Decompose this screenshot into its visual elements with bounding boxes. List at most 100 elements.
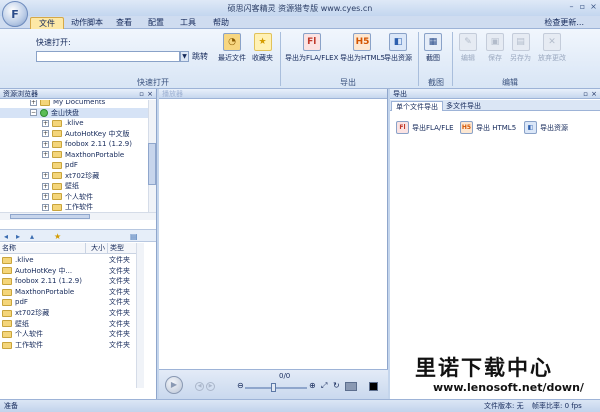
save-icon: ▣ bbox=[486, 33, 504, 51]
file-row[interactable]: pdF 文件夹 bbox=[0, 297, 136, 308]
tree-item[interactable]: + 个人软件 bbox=[0, 192, 148, 203]
screenshot-button[interactable]: ▦ 截图 bbox=[424, 33, 442, 63]
tree-horizontal-scrollbar[interactable] bbox=[0, 212, 156, 220]
file-list-toolbar: ◂ ▸ ▴ ★ ▤ bbox=[0, 229, 156, 242]
menu-tools[interactable]: 工具 bbox=[172, 17, 204, 29]
tree-item[interactable]: + 工作软件 bbox=[0, 202, 148, 212]
save-button[interactable]: ▣ 保存 bbox=[486, 33, 504, 63]
menu-view[interactable]: 查看 bbox=[108, 17, 140, 29]
file-row[interactable]: 工作软件 文件夹 bbox=[0, 340, 136, 351]
file-row[interactable]: foobox 2.11 (1.2.9) 文件夹 bbox=[0, 276, 136, 287]
tree-item[interactable]: + foobox 2.11 (1.2.9) bbox=[0, 139, 148, 150]
export-fla-flex-button[interactable]: Fl 导出为FLA/FLEX bbox=[285, 33, 338, 63]
resources-icon: ◧ bbox=[524, 121, 537, 134]
cloud-drive-icon bbox=[40, 108, 48, 117]
file-type: 文件夹 bbox=[109, 287, 130, 296]
export-html5-button-panel[interactable]: H5 导出 HTML5 bbox=[460, 121, 516, 134]
close-pane-icon[interactable]: × bbox=[591, 89, 597, 99]
file-row[interactable]: .klive 文件夹 bbox=[0, 255, 136, 266]
menu-help[interactable]: 帮助 bbox=[205, 17, 237, 29]
tree-item[interactable]: pdF bbox=[0, 160, 148, 171]
pin-icon[interactable]: ▫ bbox=[139, 89, 144, 99]
tab-multi-export[interactable]: 多文件导出 bbox=[442, 101, 485, 111]
discard-changes-button[interactable]: ✕ 放弃更改 bbox=[538, 33, 566, 63]
file-row[interactable]: 壁纸 文件夹 bbox=[0, 319, 136, 330]
folder-icon bbox=[2, 330, 12, 338]
favorites-button[interactable]: ★ 收藏夹 bbox=[252, 33, 273, 63]
color-swatch-icon[interactable] bbox=[369, 382, 378, 391]
tree-item[interactable]: + .klive bbox=[0, 118, 148, 129]
expander-icon[interactable]: + bbox=[42, 172, 49, 180]
view-mode-icon[interactable]: ▤ bbox=[130, 232, 138, 241]
expander-icon[interactable]: + bbox=[42, 193, 49, 201]
expander-icon[interactable]: + bbox=[42, 119, 49, 127]
expander-icon[interactable]: + bbox=[30, 100, 37, 106]
file-row[interactable]: xt702珍藏 文件夹 bbox=[0, 308, 136, 319]
chevron-down-icon[interactable]: ▼ bbox=[180, 51, 189, 62]
column-type[interactable]: 类型 bbox=[108, 243, 136, 254]
group-separator bbox=[452, 32, 453, 86]
tree-item[interactable]: + MaxthonPortable bbox=[0, 150, 148, 161]
file-row[interactable]: MaxthonPortable 文件夹 bbox=[0, 287, 136, 298]
export-fla-button[interactable]: Fl 导出FLA/FLE bbox=[396, 121, 454, 134]
tree-item[interactable]: + 壁纸 bbox=[0, 181, 148, 192]
back-arrow-icon[interactable]: ◂ bbox=[4, 232, 8, 241]
folder-tree: + My Documents − 金山快盘 + .klive + AutoHotKey 中文版… bbox=[0, 100, 148, 212]
quickopen-input[interactable] bbox=[36, 51, 180, 62]
tree-scroll-thumb[interactable] bbox=[148, 143, 156, 185]
fit-icon[interactable]: ⤢ bbox=[321, 381, 327, 391]
column-name[interactable]: 名称 bbox=[0, 243, 86, 254]
menu-actionscript[interactable]: 动作脚本 bbox=[63, 17, 111, 29]
folder-icon bbox=[40, 100, 50, 106]
maximize-button[interactable]: ▫ bbox=[577, 2, 588, 12]
play-button[interactable]: ▶ bbox=[165, 376, 183, 394]
close-button[interactable]: × bbox=[588, 2, 599, 12]
window-title: 硕思闪客精灵 资源猎专版 www.cyes.cn bbox=[227, 4, 373, 13]
file-row[interactable]: 个人软件 文件夹 bbox=[0, 329, 136, 340]
file-list-scrollbar[interactable] bbox=[136, 243, 144, 388]
save-as-button[interactable]: ▤ 另存为 bbox=[510, 33, 531, 63]
resources-icon: ◧ bbox=[389, 33, 407, 51]
export-title: 导出 bbox=[393, 90, 407, 98]
forward-arrow-icon[interactable]: ▸ bbox=[16, 232, 20, 241]
expander-icon[interactable]: + bbox=[42, 203, 49, 211]
rewind-icon[interactable]: ◀ bbox=[195, 382, 204, 391]
loop-icon[interactable]: ↻ bbox=[333, 381, 340, 390]
tab-single-export[interactable]: 单个文件导出 bbox=[391, 101, 443, 111]
tree-hscroll-thumb[interactable] bbox=[10, 214, 90, 219]
expander-icon[interactable]: + bbox=[42, 151, 49, 159]
export-resources-button[interactable]: ◧ 导出资源 bbox=[384, 33, 412, 63]
file-row[interactable]: AutoHotKey 中... 文件夹 bbox=[0, 266, 136, 277]
check-update-link[interactable]: 检查更新... bbox=[544, 17, 584, 28]
goto-button[interactable]: 跳转 bbox=[192, 51, 208, 62]
column-size[interactable]: 大小 bbox=[86, 243, 108, 254]
zoom-in-icon[interactable]: ⊕ bbox=[309, 381, 316, 390]
edit-button[interactable]: ✎ 编辑 bbox=[459, 33, 477, 63]
tree-item[interactable]: + My Documents bbox=[0, 100, 148, 108]
folder-icon bbox=[2, 320, 12, 328]
favorite-star-icon[interactable]: ★ bbox=[54, 232, 61, 241]
close-pane-icon[interactable]: × bbox=[147, 89, 153, 99]
tree-item[interactable]: + xt702珍藏 bbox=[0, 171, 148, 182]
expander-icon[interactable]: − bbox=[30, 109, 37, 117]
expander-icon[interactable]: + bbox=[42, 130, 49, 138]
menu-config[interactable]: 配置 bbox=[140, 17, 172, 29]
pin-icon[interactable]: ▫ bbox=[583, 89, 588, 99]
menu-file[interactable]: 文件 bbox=[30, 17, 64, 29]
recent-files-button[interactable]: ◔ 最近文件 bbox=[218, 33, 246, 63]
export-resources-button-panel[interactable]: ◧ 导出资源 bbox=[524, 121, 568, 134]
background-color-icon[interactable] bbox=[345, 382, 357, 391]
up-folder-icon[interactable]: ▴ bbox=[30, 232, 34, 241]
expander-icon[interactable]: + bbox=[42, 140, 49, 148]
zoom-slider-track[interactable] bbox=[245, 387, 307, 389]
zoom-slider-knob[interactable] bbox=[271, 383, 276, 392]
zoom-out-icon[interactable]: ⊖ bbox=[237, 381, 244, 390]
tree-item[interactable]: − 金山快盘 bbox=[0, 107, 148, 118]
forward-icon[interactable]: ▶ bbox=[206, 382, 215, 391]
tree-item-label: pdF bbox=[65, 161, 78, 169]
tree-item[interactable]: + AutoHotKey 中文版 bbox=[0, 129, 148, 140]
app-menu-icon[interactable]: F bbox=[2, 1, 28, 27]
export-html5-button[interactable]: H5 导出为HTML5 bbox=[340, 33, 385, 63]
minimize-button[interactable]: – bbox=[566, 2, 577, 12]
expander-icon[interactable]: + bbox=[42, 182, 49, 190]
